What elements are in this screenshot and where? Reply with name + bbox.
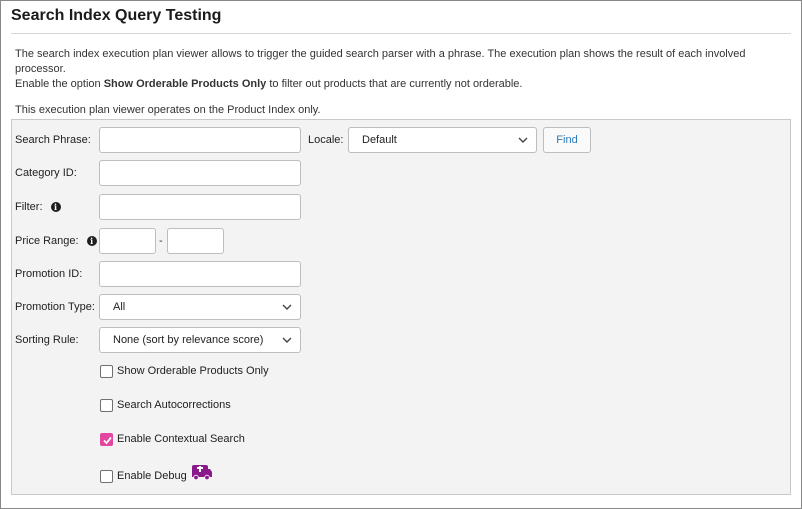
chevron-down-icon <box>282 337 292 343</box>
checkmark-icon <box>103 436 112 444</box>
description-text: to filter out products that are currentl… <box>266 78 523 90</box>
contextual-search-checkbox[interactable] <box>100 432 113 446</box>
info-icon[interactable]: i <box>50 201 61 212</box>
price-range-separator: - <box>159 235 163 247</box>
page-title: Search Index Query Testing <box>11 7 222 24</box>
description-line-2: Enable the option Show Orderable Product… <box>15 77 785 92</box>
filter-label-text: Filter: <box>15 200 43 213</box>
promotion-id-label: Promotion ID: <box>15 261 82 286</box>
promotion-type-selected-value: All <box>113 301 126 313</box>
promotion-id-label-text: Promotion ID: <box>15 267 83 280</box>
debug-label: Enable Debug <box>117 470 187 482</box>
filter-label: Filter: i <box>15 194 61 219</box>
filter-input[interactable] <box>99 194 301 220</box>
sorting-rule-selected-value: None (sort by relevance score) <box>113 334 264 346</box>
promotion-type-select[interactable]: All <box>99 294 301 320</box>
description-text: Enable the option <box>15 78 104 90</box>
price-min-input[interactable] <box>99 228 156 254</box>
debug-option[interactable]: Enable Debug <box>100 465 213 484</box>
price-range-label: Price Range: i <box>15 228 97 253</box>
show-orderable-option[interactable]: Show Orderable Products Only <box>100 363 269 379</box>
autocorrections-checkbox[interactable] <box>100 398 113 412</box>
search-phrase-label: Search Phrase: <box>15 127 91 152</box>
promotion-id-input[interactable] <box>99 261 301 287</box>
category-id-label-text: Category ID: <box>15 166 77 179</box>
locale-select[interactable]: Default <box>348 127 537 153</box>
find-button[interactable]: Find <box>543 127 591 153</box>
contextual-search-option[interactable]: Enable Contextual Search <box>100 431 245 447</box>
info-icon[interactable]: i <box>86 235 97 246</box>
chevron-down-icon <box>282 304 292 310</box>
description-bold-option: Show Orderable Products Only <box>103 78 267 90</box>
page-frame: Search Index Query Testing The search in… <box>0 0 802 509</box>
contextual-search-label: Enable Contextual Search <box>117 433 245 445</box>
chevron-down-icon <box>518 137 528 143</box>
category-id-input[interactable] <box>99 160 301 186</box>
price-max-input[interactable] <box>167 228 224 254</box>
locale-label: Locale: <box>308 127 343 152</box>
description-line-1: The search index execution plan viewer a… <box>15 48 746 75</box>
ambulance-icon <box>191 465 212 481</box>
search-phrase-label-text: Search Phrase: <box>15 133 91 146</box>
category-id-label: Category ID: <box>15 160 77 185</box>
sorting-rule-label-text: Sorting Rule: <box>15 333 79 346</box>
description-line-3: This execution plan viewer operates on t… <box>15 104 321 116</box>
title-divider <box>11 33 791 34</box>
locale-selected-value: Default <box>362 134 397 146</box>
autocorrections-label: Search Autocorrections <box>117 399 231 411</box>
sorting-rule-select[interactable]: None (sort by relevance score) <box>99 327 301 353</box>
locale-label-text: Locale: <box>308 133 344 146</box>
price-range-label-text: Price Range: <box>15 234 79 247</box>
show-orderable-checkbox[interactable] <box>100 364 113 378</box>
debug-checkbox[interactable] <box>100 469 113 483</box>
promotion-type-label-text: Promotion Type: <box>15 300 95 313</box>
page-description: The search index execution plan viewer a… <box>15 47 785 118</box>
sorting-rule-label: Sorting Rule: <box>15 327 79 352</box>
search-phrase-input[interactable] <box>99 127 301 153</box>
show-orderable-label: Show Orderable Products Only <box>117 365 269 377</box>
promotion-type-label: Promotion Type: <box>15 294 95 319</box>
query-form-panel: Search Phrase: Locale: Default Find Cate… <box>11 119 791 495</box>
autocorrections-option[interactable]: Search Autocorrections <box>100 397 231 413</box>
